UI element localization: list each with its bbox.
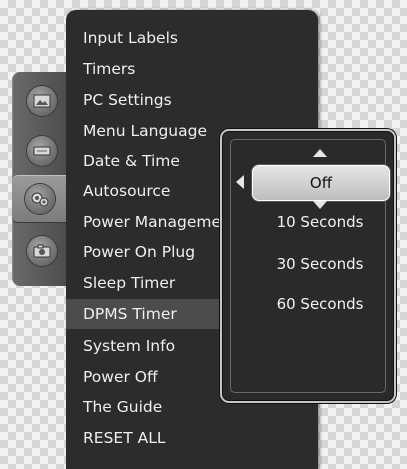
scroll-up-arrow-icon[interactable] — [313, 149, 327, 157]
sound-icon — [27, 136, 57, 166]
option-60-seconds[interactable]: 60 Seconds — [254, 289, 386, 319]
menu-item-input-labels[interactable]: Input Labels — [66, 23, 286, 53]
menu-item-timers[interactable]: Timers — [66, 54, 286, 84]
tab-camera[interactable] — [16, 228, 68, 274]
option-10-seconds[interactable]: 10 Seconds — [254, 207, 386, 237]
setup-gears-icon — [25, 184, 55, 214]
option-30-seconds[interactable]: 30 Seconds — [254, 249, 386, 279]
dpms-timer-options-popup: Off 10 Seconds 30 Seconds 60 Seconds — [220, 129, 396, 403]
menu-item-reset-all[interactable]: RESET ALL — [66, 423, 286, 453]
camera-icon — [27, 236, 57, 266]
picture-icon — [27, 86, 57, 116]
tab-setup[interactable] — [12, 175, 68, 223]
tab-sound[interactable] — [16, 128, 68, 174]
tab-picture[interactable] — [16, 78, 68, 124]
menu-item-pc-settings[interactable]: PC Settings — [66, 85, 286, 115]
category-tab-strip — [12, 72, 68, 286]
option-selected[interactable]: Off — [252, 165, 390, 201]
back-arrow-icon[interactable] — [236, 175, 244, 189]
